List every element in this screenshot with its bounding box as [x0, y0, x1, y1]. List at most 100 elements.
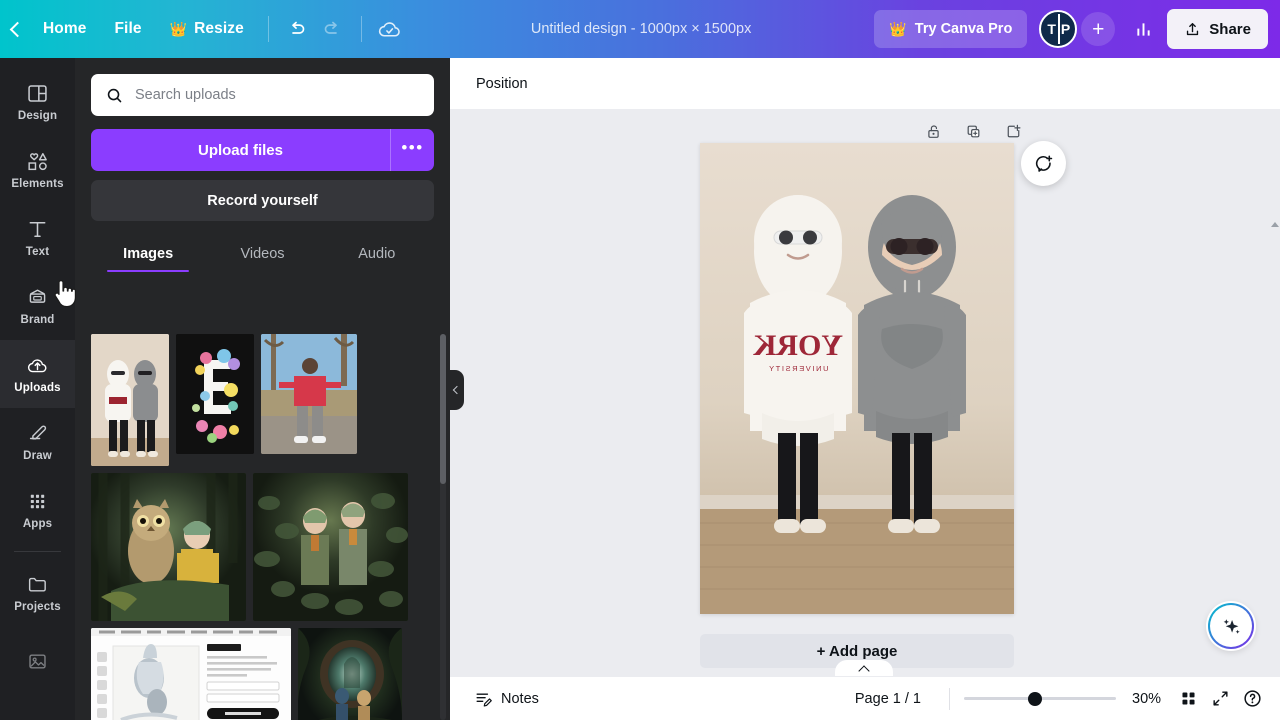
upload-thumb-floral-letter-e[interactable] [176, 334, 254, 454]
search-input[interactable] [135, 87, 420, 103]
apps-grid-icon [30, 494, 45, 509]
tab-images[interactable]: Images [91, 236, 205, 272]
unlock-page-button[interactable] [920, 118, 946, 144]
magic-assistant-button[interactable] [1208, 603, 1254, 649]
fullscreen-button[interactable] [1204, 683, 1236, 715]
thumbnail-art [91, 473, 246, 621]
add-page-label: + Add page [816, 642, 898, 660]
chevron-left-icon [452, 385, 462, 395]
undo-icon [292, 21, 305, 34]
tab-label: Audio [358, 246, 396, 262]
upload-files-button[interactable]: Upload files [91, 129, 390, 171]
notes-icon [476, 693, 492, 707]
try-canva-pro-button[interactable]: 👑 Try Canva Pro [874, 10, 1028, 48]
sidebar-item-media[interactable] [0, 627, 75, 695]
thumbnail-art [91, 628, 291, 720]
upload-thumb-children-magic-portal[interactable] [298, 628, 402, 720]
thumbnail-art [298, 628, 402, 720]
image-placeholder-icon [29, 653, 46, 669]
redo-button[interactable] [315, 11, 351, 47]
tab-label: Images [123, 246, 174, 262]
add-page-icon [1007, 124, 1020, 137]
add-page-icon-button[interactable] [1000, 118, 1026, 144]
canvas-area[interactable]: YORK UNIVERSITY + Add page [450, 110, 1280, 720]
sidebar-item-elements[interactable]: Elements [0, 136, 75, 204]
zoom-knob[interactable] [1027, 691, 1042, 706]
scrollbar-thumb[interactable] [440, 334, 446, 484]
duplicate-page-button[interactable] [960, 118, 986, 144]
upload-more-options-button[interactable]: ••• [390, 129, 434, 171]
uploads-grid-row [91, 628, 434, 720]
thumbnail-art [91, 334, 169, 466]
unlock-padlock-icon [927, 124, 939, 138]
share-upload-icon [1187, 22, 1199, 35]
upload-thumb-horse-product-page[interactable] [91, 628, 291, 720]
sidebar-item-label: Apps [22, 518, 53, 530]
undo-button[interactable] [279, 11, 315, 47]
zoom-level: 30% [1132, 690, 1162, 707]
sidebar-item-uploads[interactable]: Uploads [0, 340, 75, 408]
sidebar-item-label: Elements [11, 178, 64, 190]
share-button[interactable]: Share [1167, 9, 1268, 49]
home-button[interactable]: Home [29, 11, 100, 47]
tab-audio[interactable]: Audio [320, 236, 434, 272]
cloud-save-status-button[interactable] [372, 11, 408, 47]
context-toolbar: Position [450, 58, 1280, 110]
divider [949, 687, 950, 710]
thumbnail-art [261, 334, 357, 454]
plus-icon: + [1092, 17, 1105, 41]
collapse-panel-button[interactable] [448, 370, 464, 410]
divider [267, 16, 269, 42]
uploads-scrollbar[interactable] [440, 334, 446, 720]
sidebar-item-brand[interactable]: Brand [0, 272, 75, 340]
upload-files-label: Upload files [197, 141, 283, 159]
file-label: File [114, 20, 142, 37]
add-comment-icon [1035, 155, 1053, 172]
file-menu-button[interactable]: File [100, 11, 155, 47]
chevron-left-icon [9, 21, 26, 37]
page-photo: YORK UNIVERSITY [700, 143, 1014, 614]
insights-button[interactable] [1125, 11, 1161, 47]
position-button[interactable]: Position [466, 67, 538, 101]
upload-thumb-two-children-forest[interactable] [253, 473, 408, 621]
help-button[interactable] [1236, 683, 1268, 715]
bottom-bar: Notes Page 1 / 1 30% [450, 676, 1280, 720]
magic-sparkles-icon [1223, 618, 1240, 634]
tab-videos[interactable]: Videos [205, 236, 319, 272]
crown-icon: 👑 [889, 21, 907, 37]
help-question-icon [1243, 690, 1261, 707]
sidebar-item-text[interactable]: Text [0, 204, 75, 272]
canvas-vertical-scrollbar[interactable] [1270, 222, 1279, 672]
back-button[interactable] [0, 11, 29, 47]
add-collaborator-button[interactable]: + [1081, 12, 1116, 46]
sidebar-item-draw[interactable]: Draw [0, 408, 75, 476]
upload-thumb-two-people-hoodies[interactable] [91, 334, 169, 466]
sidebar-item-design[interactable]: Design [0, 68, 75, 136]
resize-button[interactable]: 👑 Resize [156, 11, 258, 47]
uploads-tabs: Images Videos Audio [91, 236, 434, 272]
document-title[interactable]: Untitled design - 1000px × 1500px [408, 21, 875, 37]
uploads-grid-row [91, 473, 434, 621]
uploads-cloud-icon [27, 359, 47, 373]
position-label: Position [476, 75, 528, 92]
scroll-up-arrow[interactable] [1270, 222, 1279, 227]
zoom-slider[interactable] [964, 690, 1116, 708]
sidebar-item-projects[interactable]: Projects [0, 559, 75, 627]
sidebar-item-label: Design [17, 110, 58, 122]
search-uploads-box[interactable] [91, 74, 434, 116]
notes-button[interactable]: Notes [464, 683, 549, 715]
avatar[interactable]: TP [1039, 10, 1078, 48]
record-yourself-button[interactable]: Record yourself [91, 180, 434, 221]
sidebar-item-label: Projects [14, 601, 61, 613]
upload-thumb-person-red-shirt[interactable] [261, 334, 357, 454]
upload-thumb-owl-and-child[interactable] [91, 473, 246, 621]
grid-view-button[interactable] [1172, 683, 1204, 715]
uploads-panel: Upload files ••• Record yourself Images … [75, 58, 450, 720]
insights-bar-chart-icon [1137, 22, 1150, 36]
sidebar-item-label: Uploads [14, 382, 61, 394]
add-comment-button[interactable] [1021, 141, 1066, 186]
page-indicator: Page 1 / 1 [854, 690, 921, 707]
uploads-grid[interactable] [75, 328, 450, 720]
design-page[interactable]: YORK UNIVERSITY [700, 143, 1014, 614]
sidebar-item-apps[interactable]: Apps [0, 476, 75, 544]
